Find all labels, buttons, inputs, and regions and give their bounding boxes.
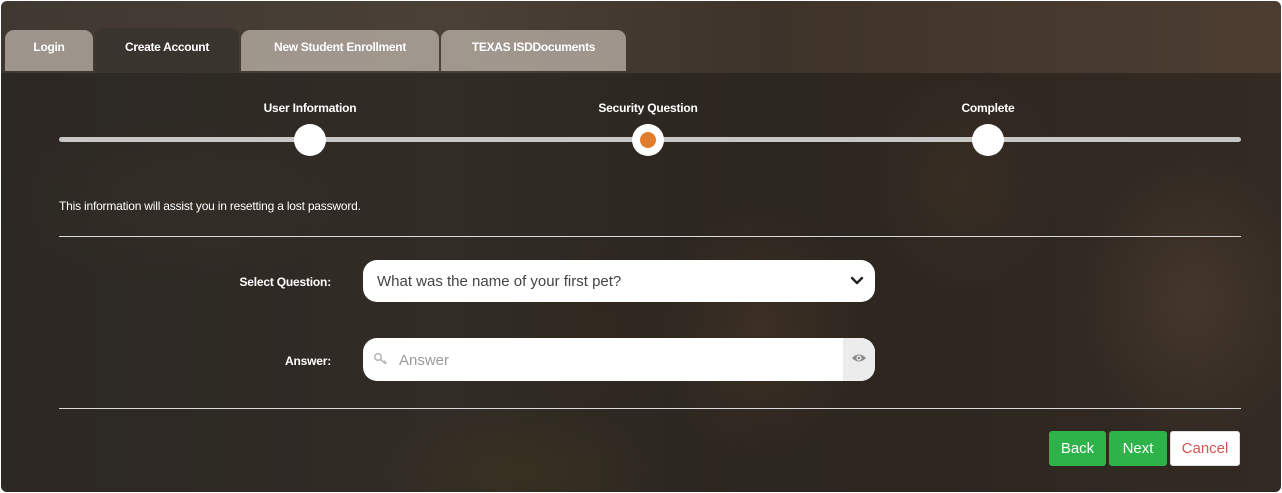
show-answer-toggle[interactable] [843,338,875,381]
tab-new-student-enrollment-label: New Student Enrollment [273,39,407,54]
background-photo: Login Create Account New Student Enrollm… [1,1,1281,492]
next-button[interactable]: Next [1109,431,1167,466]
tab-login-label: Login [33,39,65,54]
answer-field-group [363,338,875,381]
eye-icon [851,351,867,369]
select-question-label: Select Question: [239,275,332,289]
cancel-button[interactable]: Cancel [1170,431,1240,466]
divider-bottom [59,408,1241,409]
info-text: This information will assist you in rese… [59,199,361,213]
tab-texas-isd-documents[interactable]: TEXAS ISDDocuments [441,30,626,71]
create-account-panel: User Information Security Question Compl… [1,73,1281,492]
active-step-indicator [640,132,656,148]
answer-label: Answer: [285,354,331,368]
tab-texas-isd-documents-label: TEXAS ISDDocuments [471,39,596,54]
step-label-user-information: User Information [263,101,357,115]
step-dot-security-question [632,124,664,156]
tab-new-student-enrollment[interactable]: New Student Enrollment [241,30,439,71]
tab-create-account-label: Create Account [124,39,210,54]
answer-input[interactable] [397,338,841,381]
step-dot-user-information [294,124,326,156]
security-question-select[interactable]: What was the name of your first pet? [363,260,875,302]
step-dot-complete [972,124,1004,156]
back-button[interactable]: Back [1049,431,1106,466]
divider-top [59,236,1241,237]
key-icon [373,352,389,371]
security-question-value: What was the name of your first pet? [377,272,622,290]
step-label-security-question: Security Question [598,101,698,115]
chevron-down-icon [849,272,865,292]
tab-login[interactable]: Login [5,30,93,71]
tab-create-account[interactable]: Create Account [95,28,239,73]
step-label-complete: Complete [961,101,1015,115]
